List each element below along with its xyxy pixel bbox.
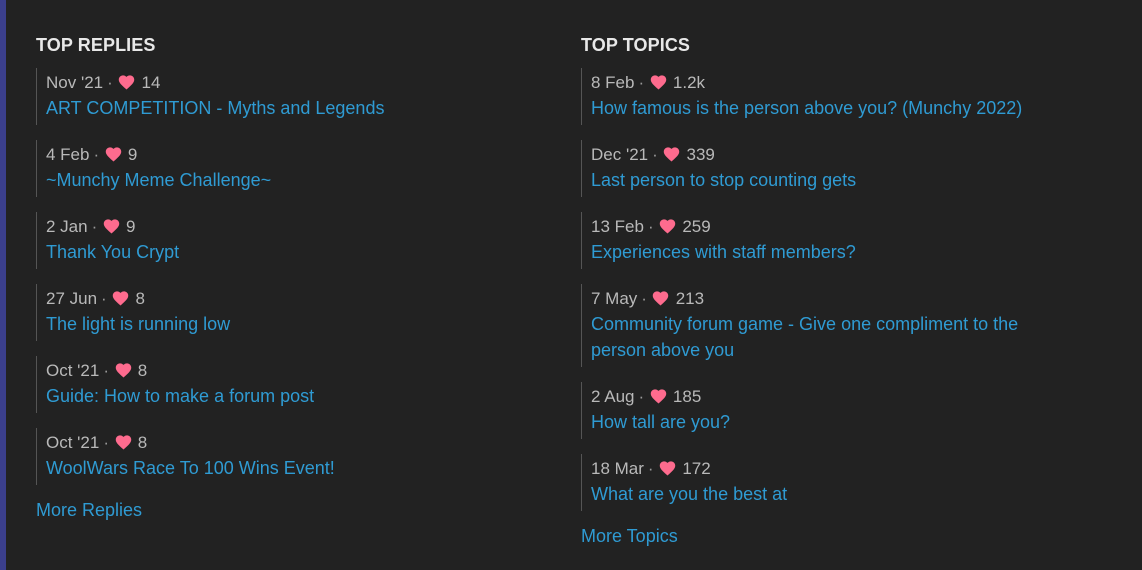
top-replies-heading: TOP REPLIES (36, 35, 156, 55)
heart-icon (101, 215, 121, 241)
topic-meta: 13 Feb · 259 (591, 215, 1121, 239)
topic-like-count: 1.2k (672, 73, 706, 92)
reply-meta: 27 Jun · 8 (46, 287, 536, 311)
reply-meta: Oct '21 · 8 (46, 359, 536, 383)
reply-meta: Nov '21 · 14 (46, 71, 536, 95)
top-topics-list: 8 Feb · 1.2k How famous is the person abo… (581, 68, 1121, 511)
topic-date: 7 May (591, 289, 638, 308)
topic-title-link[interactable]: How famous is the person above you? (Mun… (591, 95, 1121, 121)
more-topics-link[interactable]: More Topics (581, 523, 1121, 549)
topic-item: 8 Feb · 1.2k How famous is the person abo… (581, 68, 1121, 125)
meta-separator: · (647, 459, 654, 478)
reply-title-link[interactable]: Thank You Crypt (46, 239, 536, 265)
meta-separator: · (107, 73, 113, 92)
reply-date: Oct '21 (46, 433, 100, 452)
top-replies-list: Nov '21 · 14 ART COMPETITION - Myths and … (36, 68, 536, 485)
heart-icon (103, 143, 123, 169)
meta-separator: · (101, 289, 107, 308)
topic-date: Dec '21 (591, 145, 649, 164)
topic-like-count: 213 (675, 289, 705, 308)
topic-item: 2 Aug · 185 How tall are you? (581, 382, 1121, 439)
reply-like-count: 8 (135, 289, 145, 308)
reply-meta: 4 Feb · 9 (46, 143, 536, 167)
reply-date: Oct '21 (46, 361, 100, 380)
reply-like-count: 9 (126, 217, 136, 236)
reply-like-count: 8 (137, 433, 148, 452)
reply-item: 4 Feb · 9 ~Munchy Meme Challenge~ (36, 140, 536, 197)
reply-title-link[interactable]: Guide: How to make a forum post (46, 383, 536, 409)
heart-icon (662, 143, 682, 169)
topic-date: 13 Feb (591, 217, 644, 236)
reply-title-link[interactable]: ~Munchy Meme Challenge~ (46, 167, 536, 193)
topic-item: Dec '21 · 339 Last person to stop countin… (581, 140, 1121, 197)
meta-separator: · (638, 387, 645, 406)
meta-separator: · (641, 289, 647, 308)
reply-item: 2 Jan · 9 Thank You Crypt (36, 212, 536, 269)
topic-meta: 7 May · 213 (591, 287, 1121, 311)
heart-icon (117, 71, 137, 97)
reply-date: 2 Jan (46, 217, 88, 236)
meta-separator: · (638, 73, 645, 92)
topic-like-count: 172 (682, 459, 711, 478)
reply-title-link[interactable]: The light is running low (46, 311, 536, 337)
topic-item: 7 May · 213 Community forum game - Give o… (581, 284, 1121, 367)
reply-date: Nov '21 (46, 73, 104, 92)
topic-title-link[interactable]: How tall are you? (591, 409, 1121, 435)
heart-icon (648, 385, 668, 411)
heart-icon (651, 287, 671, 313)
meta-separator: · (103, 361, 109, 380)
meta-separator: · (652, 145, 658, 164)
reply-item: Nov '21 · 14 ART COMPETITION - Myths and … (36, 68, 536, 125)
heart-icon (648, 71, 668, 97)
reply-like-count: 8 (137, 361, 148, 380)
topic-title-link[interactable]: Last person to stop counting gets (591, 167, 1121, 193)
reply-date: 4 Feb (46, 145, 90, 164)
topic-meta: 18 Mar · 172 (591, 457, 1121, 481)
topic-meta: 8 Feb · 1.2k (591, 71, 1121, 95)
topic-date: 18 Mar (591, 459, 644, 478)
reply-title-link[interactable]: ART COMPETITION - Myths and Legends (46, 95, 536, 121)
topic-date: 2 Aug (591, 387, 635, 406)
top-replies-section: TOP REPLIES Nov '21 · 14 ART COMPETITION … (36, 34, 536, 523)
left-accent-bar (0, 0, 6, 570)
heart-icon (658, 215, 678, 241)
reply-meta: Oct '21 · 8 (46, 431, 536, 455)
heart-icon (658, 457, 678, 483)
topic-like-count: 185 (672, 387, 702, 406)
topic-like-count: 339 (686, 145, 715, 164)
topic-date: 8 Feb (591, 73, 635, 92)
topic-title-link[interactable]: Community forum game - Give one complime… (591, 311, 1061, 363)
topic-item: 13 Feb · 259 Experiences with staff membe… (581, 212, 1121, 269)
heart-icon (111, 287, 131, 313)
topic-title-link[interactable]: What are you the best at (591, 481, 1121, 507)
meta-separator: · (647, 217, 654, 236)
topic-item: 18 Mar · 172 What are you the best at (581, 454, 1121, 511)
reply-title-link[interactable]: WoolWars Race To 100 Wins Event! (46, 455, 536, 481)
top-topics-section: TOP TOPICS 8 Feb · 1.2k How famous is the… (581, 34, 1121, 549)
more-replies-link[interactable]: More Replies (36, 497, 536, 523)
reply-item: Oct '21 · 8 WoolWars Race To 100 Wins Eve… (36, 428, 536, 485)
topic-title-link[interactable]: Experiences with staff members? (591, 239, 1121, 265)
reply-item: 27 Jun · 8 The light is running low (36, 284, 536, 341)
reply-like-count: 14 (141, 73, 161, 92)
reply-date: 27 Jun (46, 289, 98, 308)
topic-meta: 2 Aug · 185 (591, 385, 1121, 409)
reply-like-count: 9 (127, 145, 138, 164)
reply-item: Oct '21 · 8 Guide: How to make a forum po… (36, 356, 536, 413)
heart-icon (113, 359, 133, 385)
heart-icon (113, 431, 133, 457)
meta-separator: · (103, 433, 109, 452)
meta-separator: · (93, 145, 100, 164)
reply-meta: 2 Jan · 9 (46, 215, 536, 239)
meta-separator: · (91, 217, 98, 236)
top-topics-heading: TOP TOPICS (581, 35, 691, 55)
topic-like-count: 259 (682, 217, 711, 236)
topic-meta: Dec '21 · 339 (591, 143, 1121, 167)
